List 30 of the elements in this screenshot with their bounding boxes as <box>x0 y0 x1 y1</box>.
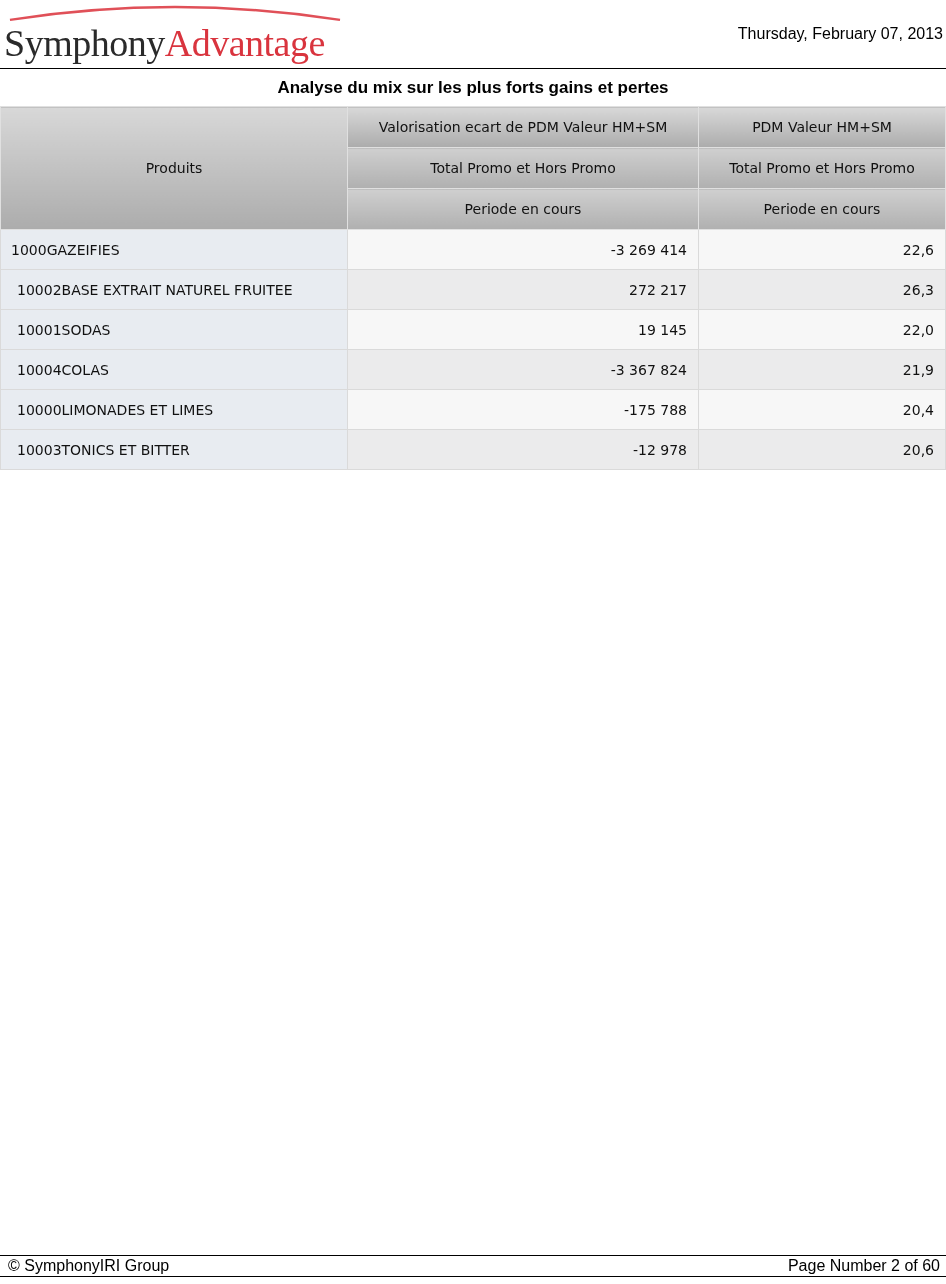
value-cell: 20,6 <box>698 429 946 470</box>
value-cell: 22,0 <box>698 309 946 350</box>
product-cell: 10003TONICS ET BITTER <box>0 429 348 470</box>
value-cell: 22,6 <box>698 229 946 270</box>
column-header: Periode en cours <box>698 188 946 230</box>
column-header: Valorisation ecart de PDM Valeur HM+SM <box>347 106 699 148</box>
value-cell: -3 269 414 <box>347 229 699 270</box>
logo: SymphonyAdvantage <box>0 0 346 64</box>
page-number: Page Number 2 of 60 <box>787 1257 940 1275</box>
column-header: Total Promo et Hors Promo <box>698 147 946 189</box>
value-cell: -175 788 <box>347 389 699 430</box>
product-cell: 10004COLAS <box>0 349 348 390</box>
column-header: Periode en cours <box>347 188 699 230</box>
value-cell: 21,9 <box>698 349 946 390</box>
report-date: Thursday, February 07, 2013 <box>737 24 944 43</box>
report-title: Analyse du mix sur les plus forts gains et pertes <box>276 77 670 99</box>
value-cell: -12 978 <box>347 429 699 470</box>
column-header: PDM Valeur HM+SM <box>698 106 946 148</box>
column-header: Total Promo et Hors Promo <box>347 147 699 189</box>
value-cell: 19 145 <box>347 309 699 350</box>
product-cell: 10000LIMONADES ET LIMES <box>0 389 348 430</box>
product-cell: 10001SODAS <box>0 309 348 350</box>
value-cell: 20,4 <box>698 389 946 430</box>
product-cell: 1000GAZEIFIES <box>0 229 348 270</box>
value-cell: 26,3 <box>698 269 946 310</box>
copyright-text: © SymphonyIRI Group <box>8 1257 170 1275</box>
value-cell: -3 367 824 <box>347 349 699 390</box>
product-cell: 10002BASE EXTRAIT NATUREL FRUITEE <box>0 269 348 310</box>
value-cell: 272 217 <box>347 269 699 310</box>
column-header: Produits <box>0 106 348 230</box>
